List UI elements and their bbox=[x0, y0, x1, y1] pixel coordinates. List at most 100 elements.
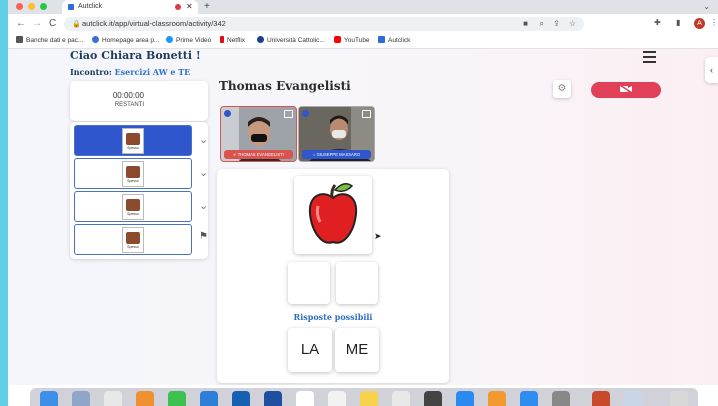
chevron-down-icon[interactable]: ⌄ bbox=[199, 199, 208, 212]
tab-search-icon[interactable]: ⌄ bbox=[703, 0, 710, 14]
bookmark-item[interactable]: Homepage area p... bbox=[92, 34, 159, 48]
zoom-window-button[interactable] bbox=[40, 3, 47, 10]
participant-video-giuseppe[interactable]: ○ GIUSEPPE MASSARO bbox=[298, 106, 375, 162]
chrome-icon[interactable] bbox=[104, 391, 122, 406]
answer-option-tile[interactable]: LA bbox=[288, 328, 332, 372]
downloads-folder-icon[interactable] bbox=[624, 391, 642, 406]
answer-slot[interactable] bbox=[336, 262, 378, 304]
browser-toolbar: ← → C 🔒 autclick.it/app/virtual-classroo… bbox=[8, 14, 718, 34]
calendar-icon[interactable] bbox=[296, 391, 314, 406]
possible-answers-label: Risposte possibili bbox=[293, 312, 373, 322]
trash-icon[interactable] bbox=[670, 391, 688, 406]
settings-gear-icon[interactable]: ⚙ bbox=[553, 80, 571, 98]
timer-card: 00:00:00 RESTANTI bbox=[70, 81, 208, 121]
student-name: Thomas Evangelisti bbox=[219, 79, 351, 93]
forward-button[interactable]: → bbox=[32, 17, 42, 31]
answer-slot[interactable] bbox=[288, 262, 330, 304]
microphone-icon bbox=[302, 110, 309, 117]
participant-video-thomas[interactable]: ✔ THOMAS EVANGELISTI bbox=[220, 106, 297, 162]
browser-window: Autclick ✕ + ⌄ ← → C 🔒 autclick.it/app/v… bbox=[8, 0, 718, 406]
university-icon bbox=[257, 36, 264, 43]
reload-button[interactable]: C bbox=[49, 17, 56, 31]
word-icon[interactable] bbox=[264, 391, 282, 406]
tab-close-icon[interactable]: ✕ bbox=[186, 0, 193, 14]
activity-slot[interactable]: Spesso ⌄ bbox=[74, 158, 208, 189]
chevron-down-icon[interactable]: ⌄ bbox=[199, 133, 208, 146]
exercise-board: Risposte possibili LA ME bbox=[217, 169, 449, 383]
share-icon[interactable]: ⇪ bbox=[553, 19, 560, 28]
system-settings-icon[interactable] bbox=[552, 391, 570, 406]
activity-card: Spesso bbox=[122, 194, 144, 220]
mail-icon[interactable] bbox=[200, 391, 218, 406]
app-icon[interactable] bbox=[136, 391, 154, 406]
prime-video-icon bbox=[166, 36, 173, 43]
timer-label: RESTANTI bbox=[114, 102, 144, 108]
participant-name-badge: ○ GIUSEPPE MASSARO bbox=[302, 150, 371, 159]
launchpad-icon[interactable] bbox=[72, 391, 90, 406]
activity-card-caption: Spesso bbox=[127, 179, 139, 183]
activity-card: Spesso bbox=[122, 128, 144, 154]
encounter-line: Incontro: Esercizi AW e TE bbox=[70, 67, 190, 77]
bookmark-item[interactable]: Università Cattolic... bbox=[257, 34, 325, 48]
bookmarks-bar: Banche dati e pac... Homepage area p... … bbox=[8, 34, 718, 49]
answer-option-tile[interactable]: ME bbox=[335, 328, 379, 372]
greeting-heading: Ciao Chiara Bonetti ! bbox=[70, 49, 201, 62]
reminders-icon[interactable] bbox=[392, 391, 410, 406]
camera-indicator-icon[interactable]: ■ bbox=[523, 19, 528, 28]
mouse-cursor-icon: ➤ bbox=[374, 231, 382, 241]
picture-card bbox=[294, 176, 372, 254]
recording-indicator-icon bbox=[175, 4, 181, 10]
bookmark-item[interactable]: Banche dati e pac... bbox=[16, 34, 83, 48]
bookmark-item[interactable]: Netflix bbox=[220, 34, 245, 48]
pages-icon[interactable] bbox=[488, 391, 506, 406]
powerpoint-icon[interactable] bbox=[592, 391, 610, 406]
extensions-icon[interactable]: ✚ bbox=[654, 18, 661, 27]
hamburger-menu-icon[interactable] bbox=[643, 51, 656, 66]
pictogram-icon bbox=[126, 133, 140, 145]
activity-slot[interactable]: Spesso ⌄ bbox=[74, 125, 208, 156]
finish-flag-icon[interactable]: ⚑ bbox=[199, 231, 208, 242]
url-text: autclick.it/app/virtual-classroom/activi… bbox=[82, 19, 226, 28]
microphone-icon bbox=[224, 110, 231, 117]
zoom-icon[interactable]: ⌕ bbox=[540, 19, 544, 29]
browser-menu-icon[interactable]: ⋮ bbox=[710, 18, 718, 27]
address-bar[interactable]: 🔒 autclick.it/app/virtual-classroom/acti… bbox=[64, 17, 584, 31]
side-panel-icon[interactable]: ▮ bbox=[676, 18, 680, 27]
chevron-down-icon[interactable]: ⌄ bbox=[199, 166, 208, 179]
activity-card: Spesso bbox=[122, 227, 144, 253]
camera-off-button[interactable] bbox=[591, 82, 661, 98]
encounter-label: Incontro: bbox=[70, 67, 112, 77]
participant-name-badge: ✔ THOMAS EVANGELISTI bbox=[224, 150, 293, 159]
tab-autclick[interactable]: Autclick ✕ bbox=[62, 0, 198, 14]
close-window-button[interactable] bbox=[16, 3, 23, 10]
globe-icon bbox=[92, 36, 99, 43]
bookmark-item[interactable]: Prime Video bbox=[166, 34, 211, 48]
activity-card: Spesso bbox=[122, 161, 144, 187]
sidebar-toggle-icon[interactable]: ‹ bbox=[705, 57, 718, 83]
activity-slots-panel: Spesso ⌄ Spesso ⌄ Spesso ⌄ Spesso ⚑ bbox=[70, 122, 208, 259]
activity-slot[interactable]: Spesso ⚑ bbox=[74, 224, 208, 255]
minimize-window-button[interactable] bbox=[28, 3, 35, 10]
encounter-value: Esercizi AW e TE bbox=[114, 67, 191, 77]
youtube-icon bbox=[334, 36, 341, 43]
messages-icon[interactable] bbox=[168, 391, 186, 406]
apple-icon bbox=[308, 183, 358, 244]
profile-avatar[interactable]: A bbox=[694, 18, 705, 29]
finder-icon[interactable] bbox=[40, 391, 58, 406]
tab-title: Autclick bbox=[78, 3, 103, 10]
photos-icon[interactable] bbox=[328, 391, 346, 406]
outlook-icon[interactable] bbox=[232, 391, 250, 406]
notes-icon[interactable] bbox=[360, 391, 378, 406]
bookmark-item[interactable]: Autclick bbox=[378, 34, 410, 48]
video-off-icon bbox=[619, 84, 633, 94]
app-icon[interactable] bbox=[456, 391, 474, 406]
app-store-icon[interactable] bbox=[520, 391, 538, 406]
bookmark-star-icon[interactable]: ☆ bbox=[569, 19, 576, 28]
screen-share-icon bbox=[284, 110, 293, 118]
screenshot-icon[interactable] bbox=[424, 391, 442, 406]
bookmark-item[interactable]: YouTube bbox=[334, 34, 370, 48]
macos-dock bbox=[30, 388, 698, 406]
activity-slot[interactable]: Spesso ⌄ bbox=[74, 191, 208, 222]
new-tab-button[interactable]: + bbox=[204, 0, 210, 14]
back-button[interactable]: ← bbox=[16, 17, 26, 31]
